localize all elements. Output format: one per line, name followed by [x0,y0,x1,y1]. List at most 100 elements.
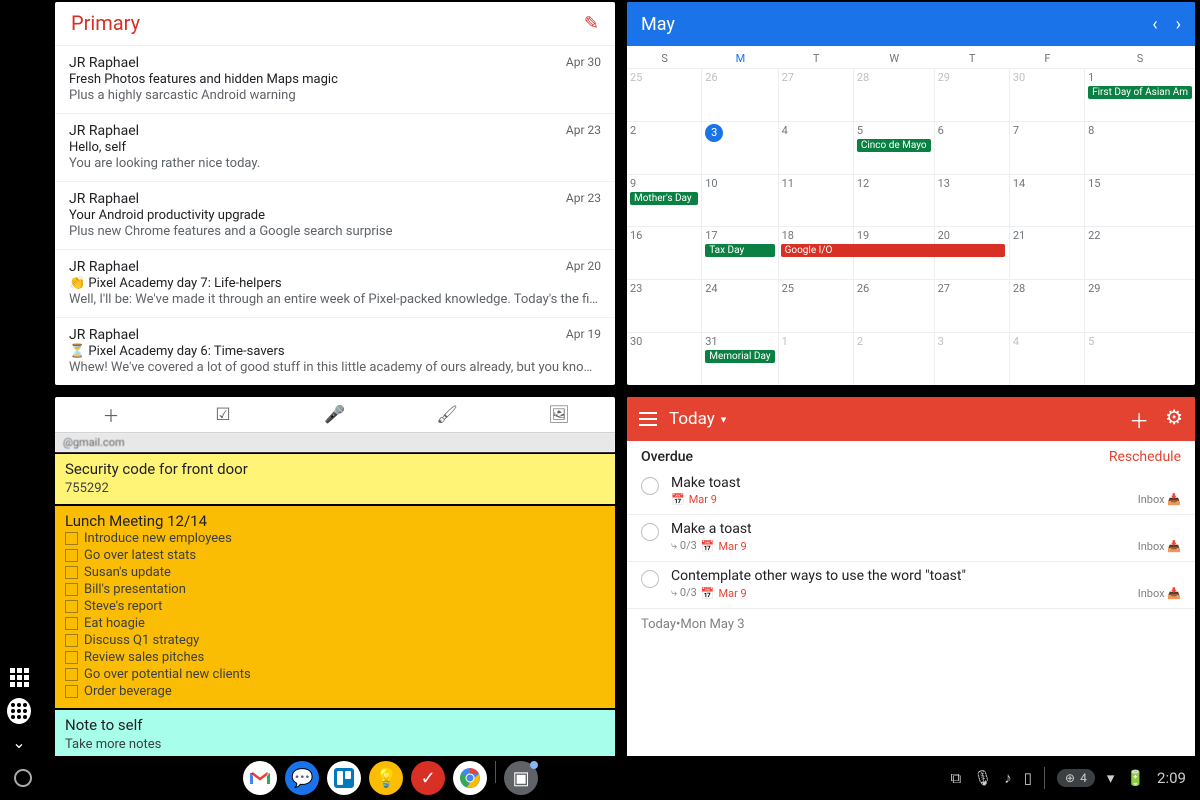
email-row[interactable]: JR RaphaelApr 23Your Android productivit… [55,182,615,250]
task-project[interactable]: Inbox 📥 [1138,587,1181,600]
task-project[interactable]: Inbox 📥 [1138,540,1181,553]
email-row[interactable]: JR RaphaelApr 30Fresh Photos features an… [55,46,615,114]
chevron-down-icon[interactable]: ▾ [721,413,727,426]
note-checklist-item[interactable]: Review sales pitches [65,649,605,666]
clock[interactable]: 2:09 [1157,769,1186,787]
apps-grid-icon[interactable] [7,665,31,689]
gmail-folder[interactable]: Primary [71,11,140,35]
reschedule-button[interactable]: Reschedule [1109,449,1181,465]
note-checklist-item[interactable]: Bill's presentation [65,581,605,598]
note-checklist-item[interactable]: Eat hoagie [65,615,605,632]
battery-icon[interactable]: 🔋 [1126,769,1145,787]
note-checklist-item[interactable]: Go over potential new clients [65,666,605,683]
note-checklist-item[interactable]: Introduce new employees [65,530,605,547]
calendar-cell[interactable]: 7 [1010,121,1085,174]
note-checklist-item[interactable]: Order beverage [65,683,605,700]
calendar-cell[interactable]: 26 [702,68,778,121]
calendar-cell[interactable]: 25 [627,68,702,121]
calendar-cell[interactable]: 31Memorial Day [702,332,778,385]
chrome-app-icon[interactable] [453,761,487,795]
expand-chevron-icon[interactable]: ⌄ [12,733,25,752]
new-note-icon[interactable]: ＋ [55,397,167,432]
task-project[interactable]: Inbox 📥 [1138,493,1181,506]
calendar-cell[interactable]: 6 [935,121,1010,174]
todoist-app-icon[interactable]: ✓ [411,761,445,795]
calendar-cell[interactable]: 4 [779,121,854,174]
task-row[interactable]: Make toast📅 Mar 9Inbox 📥 [627,469,1195,515]
keep-note[interactable]: Lunch Meeting 12/14Introduce new employe… [55,504,615,708]
calendar-cell[interactable]: 3 [935,332,1010,385]
wifi-icon[interactable]: ▾ [1107,769,1115,787]
gmail-message-list[interactable]: JR RaphaelApr 30Fresh Photos features an… [55,46,615,385]
menu-icon[interactable] [639,412,657,426]
calendar-cell[interactable]: 30 [1010,68,1085,121]
note-checklist-item[interactable]: Go over latest stats [65,547,605,564]
app-drawer-icon[interactable] [7,699,31,723]
calendar-cell[interactable]: 28 [1010,279,1085,332]
calendar-event[interactable]: Cinco de Mayo [857,139,931,152]
calendar-event[interactable]: First Day of Asian Am [1088,86,1192,99]
add-task-icon[interactable]: ＋ [1129,405,1149,434]
calendar-cell[interactable]: 22 [1085,226,1195,279]
home-button[interactable] [14,769,32,787]
gmail-app-icon[interactable] [243,761,277,795]
calendar-cell[interactable]: 16 [627,226,702,279]
overview-app-icon[interactable]: ▣ [504,761,538,795]
calendar-cell[interactable]: 29 [935,68,1010,121]
calendar-cell[interactable]: 30 [627,332,702,385]
complete-checkbox[interactable] [641,477,659,495]
calendar-cell[interactable]: 23 [627,279,702,332]
calendar-cell[interactable]: 29 [1085,279,1195,332]
calendar-cell[interactable]: 1 [779,332,854,385]
mic-icon[interactable]: 🎙 [973,769,992,787]
calendar-cell[interactable]: 14 [1010,174,1085,227]
calendar-cell[interactable]: 4 [1010,332,1085,385]
calendar-cell[interactable]: 3 [702,121,778,174]
screenshot-icon[interactable]: ⧉ [950,769,961,787]
calendar-month[interactable]: May [641,14,675,35]
calendar-cell[interactable]: 8 [1085,121,1195,174]
complete-checkbox[interactable] [641,570,659,588]
task-row[interactable]: Contemplate other ways to use the word "… [627,562,1195,609]
note-checklist-item[interactable]: Discuss Q1 strategy [65,632,605,649]
task-row[interactable]: Make a toast⤷ 0/3 📅 Mar 9Inbox 📥 [627,515,1195,562]
now-playing-icon[interactable]: ♪ [1004,769,1012,787]
keep-note[interactable]: Note to selfTake more notes [55,708,615,760]
prev-month-icon[interactable]: ‹ [1152,14,1157,35]
calendar-cell[interactable]: 5 [1085,332,1195,385]
calendar-cell[interactable]: 2 [854,332,935,385]
messages-app-icon[interactable]: 💬 [285,761,319,795]
calendar-cell[interactable]: 13 [935,174,1010,227]
calendar-cell[interactable]: 25 [779,279,854,332]
calendar-cell[interactable]: 26 [854,279,935,332]
email-row[interactable]: JR RaphaelApr 23Hello, selfYou are looki… [55,114,615,182]
calendar-cell[interactable]: 11 [779,174,854,227]
new-list-icon[interactable]: ☑ [167,397,279,432]
email-row[interactable]: JR RaphaelApr 20👏 Pixel Academy day 7: L… [55,250,615,318]
calendar-cell[interactable]: 10 [702,174,778,227]
calendar-cell[interactable]: 24 [702,279,778,332]
image-note-icon[interactable]: 🖼 [503,397,615,432]
phone-icon[interactable]: ▯ [1024,769,1032,787]
calendar-event[interactable]: Tax Day [705,244,774,257]
calendar-cell[interactable]: 15 [1085,174,1195,227]
email-row[interactable]: JR RaphaelApr 19⏳ Pixel Academy day 6: T… [55,318,615,385]
calendar-cell[interactable]: 27 [935,279,1010,332]
compose-icon[interactable]: ✎ [584,13,599,34]
keep-note[interactable]: Security code for front door755292 [55,452,615,504]
calendar-grid[interactable]: SMTWTFS2526272829301First Day of Asian A… [627,46,1195,385]
voice-note-icon[interactable]: 🎤 [279,397,391,432]
note-checklist-item[interactable]: Steve's report [65,598,605,615]
calendar-cell[interactable]: 1First Day of Asian Am [1085,68,1195,121]
trello-app-icon[interactable] [327,761,361,795]
calendar-event[interactable]: Google I/O [781,244,1006,257]
calendar-event[interactable]: Mother's Day [630,192,698,205]
calendar-cell[interactable]: 18Google I/O [779,226,854,279]
calendar-cell[interactable]: 17Tax Day [702,226,778,279]
calendar-cell[interactable]: 27 [779,68,854,121]
calendar-cell[interactable]: 12 [854,174,935,227]
calendar-cell[interactable]: 9Mother's Day [627,174,702,227]
draw-note-icon[interactable]: 🖌 [391,397,503,432]
keep-notes-list[interactable]: Security code for front door755292Lunch … [55,452,615,772]
keep-app-icon[interactable]: 💡 [369,761,403,795]
